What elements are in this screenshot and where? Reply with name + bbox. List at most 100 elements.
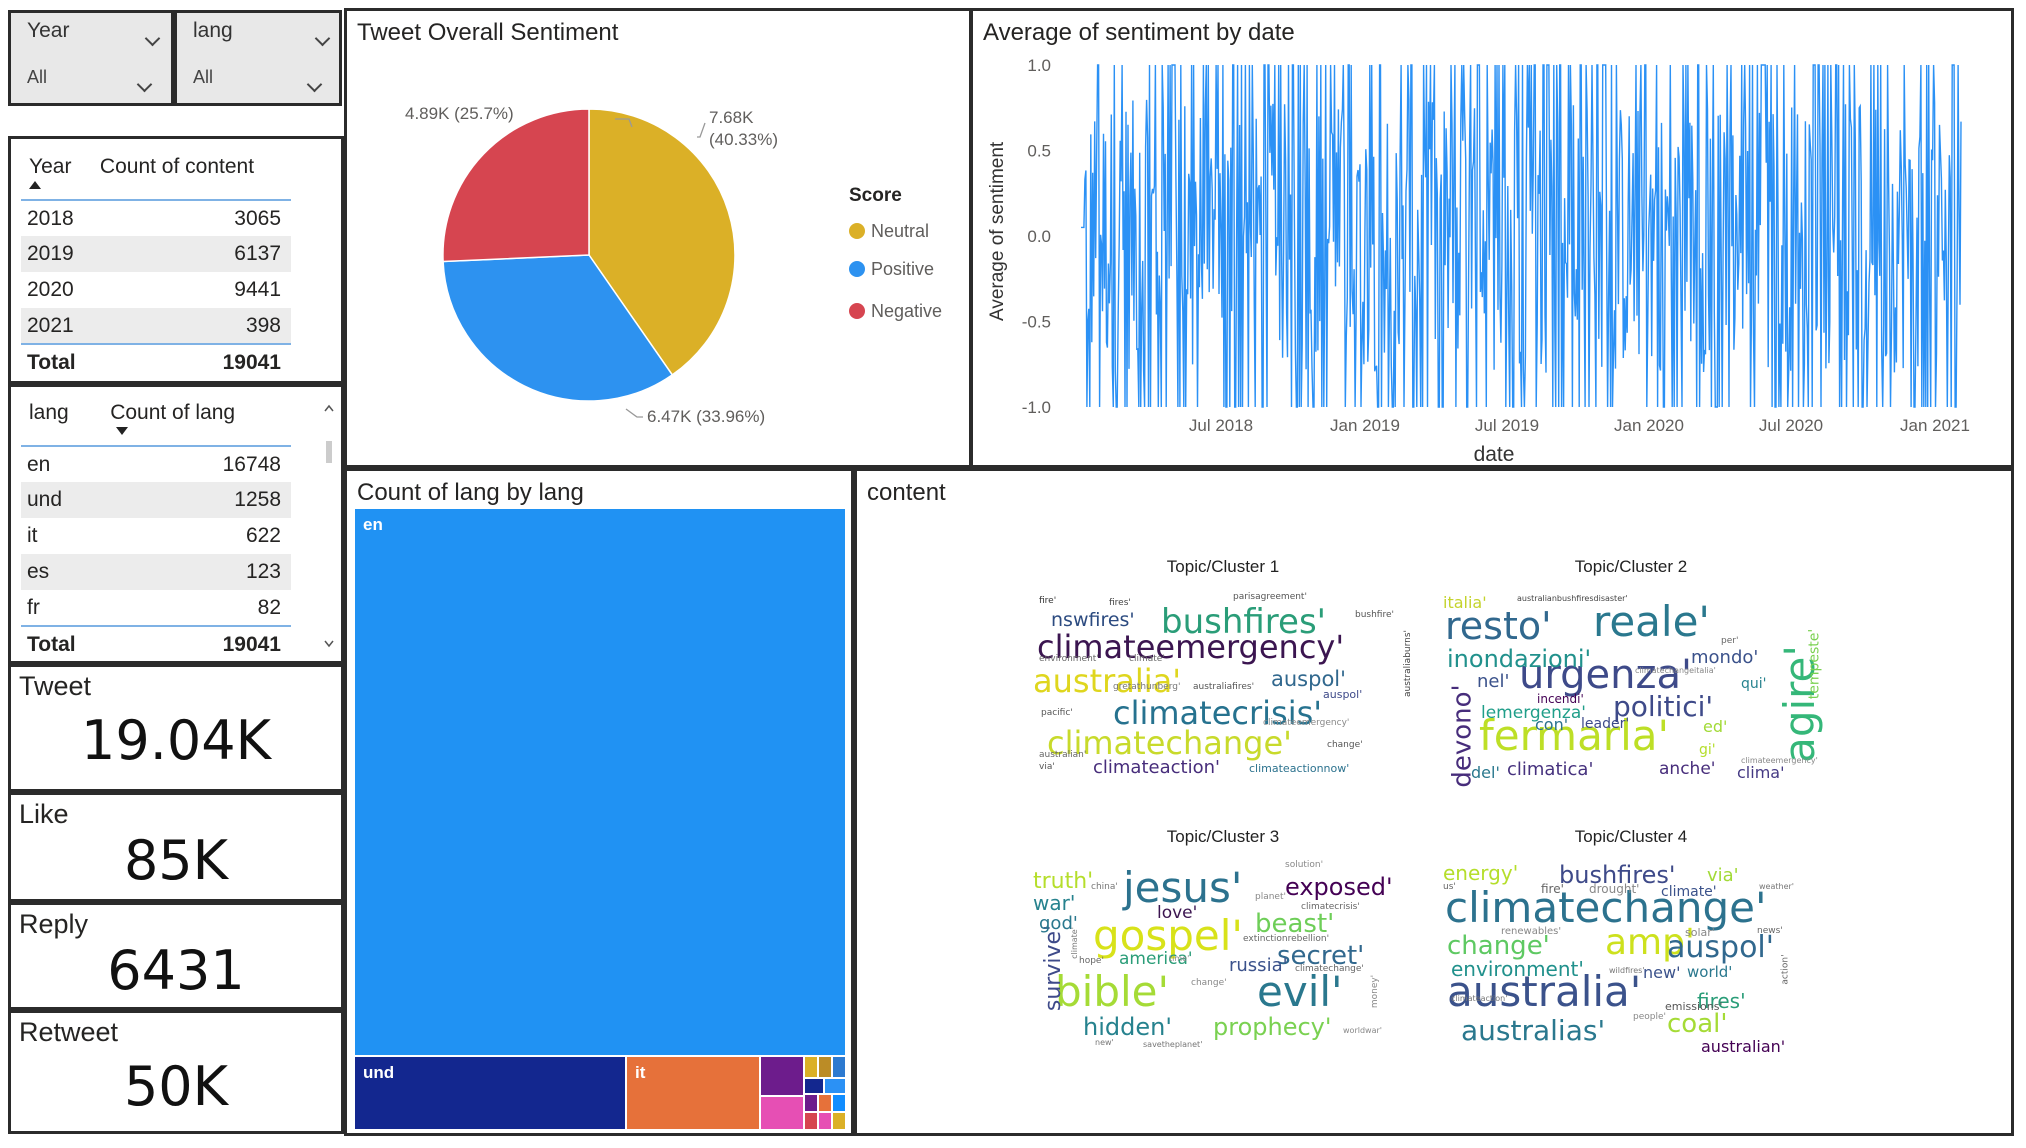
chevron-down-icon[interactable] (136, 76, 153, 93)
column-header-count-content[interactable]: Count of content (91, 151, 291, 201)
word: climatecrisis' (1301, 902, 1360, 912)
word: nswfires' (1051, 609, 1135, 631)
word: new' (1643, 963, 1681, 982)
word: nel' (1477, 671, 1510, 692)
word: us' (1443, 882, 1456, 892)
treemap-tile-small[interactable] (819, 1113, 831, 1129)
table-row[interactable]: und 1258 (21, 482, 291, 518)
table-row[interactable]: fr 82 (21, 590, 291, 626)
word: drought' (1589, 882, 1640, 896)
treemap-tile-small[interactable] (805, 1079, 823, 1093)
word: change' (1327, 740, 1363, 750)
word: italia' (1443, 593, 1487, 612)
x-axis-label: date (1474, 443, 1515, 465)
word: australian' (1039, 750, 1087, 760)
x-tick-label: Jul 2019 (1475, 416, 1539, 435)
reply-card: Reply 6431 (8, 902, 344, 1010)
treemap[interactable]: en und it (355, 509, 845, 1129)
lang-treemap-panel: Count of lang by lang en und it (344, 468, 854, 1136)
treemap-tile-small[interactable] (833, 1095, 845, 1111)
chevron-down-icon[interactable] (144, 30, 161, 47)
word: climateemergency' (1263, 718, 1350, 728)
word: reale' (1593, 597, 1710, 646)
legend-item-negative: Negative (871, 301, 942, 321)
wordcloud-title: Topic/Cluster 4 (1574, 827, 1688, 846)
table-scrollbar[interactable] (323, 401, 335, 651)
sort-ascending-icon (29, 181, 41, 189)
treemap-tile-small[interactable] (833, 1113, 845, 1129)
word: per' (1721, 636, 1739, 646)
column-header-year[interactable]: Year (21, 151, 92, 201)
legend-item-neutral: Neutral (871, 221, 929, 241)
word: pacific' (1041, 708, 1073, 718)
column-header-count-lang[interactable]: Count of lang (102, 397, 291, 447)
table-row[interactable]: 2019 6137 (21, 236, 291, 272)
word: exposed' (1285, 873, 1393, 901)
card-value: 19.04K (80, 709, 271, 772)
sort-descending-icon (116, 427, 129, 435)
treemap-tile-small[interactable] (825, 1079, 845, 1093)
table-row[interactable]: es 123 (21, 554, 291, 590)
treemap-tile-it[interactable]: it (627, 1057, 759, 1129)
word: auspol' (1667, 930, 1775, 965)
card-label: Reply (19, 909, 89, 939)
x-tick-label: Jan 2021 (1900, 416, 1970, 435)
table-row[interactable]: 2020 9441 (21, 272, 291, 308)
word: mondo' (1691, 647, 1759, 668)
treemap-tile-fr[interactable] (761, 1097, 803, 1129)
year-slicer[interactable]: Year All (8, 10, 174, 106)
word: resto' (1445, 604, 1552, 648)
lang-count-table: lang Count of lang en 16748 und 1258 it 622… (8, 384, 344, 664)
y-tick-label: -0.5 (1022, 313, 1051, 332)
legend-marker-positive (849, 261, 865, 277)
word: climate' (1129, 654, 1165, 664)
table-row[interactable]: en 16748 (21, 446, 291, 482)
y-axis-label: Average of sentiment (987, 141, 1008, 321)
leader-line (697, 122, 706, 138)
content-wordcloud-panel: content Topic/Cluster 1 bushfires' clima… (854, 468, 2014, 1136)
chevron-down-icon[interactable] (314, 30, 331, 47)
wordcloud-cluster-4: Topic/Cluster 4 climatechange' australia… (1441, 827, 1821, 1057)
leader-line (625, 408, 643, 418)
treemap-tile-und[interactable]: und (355, 1057, 625, 1129)
word: via' (1039, 762, 1055, 772)
sentiment-pie-chart[interactable]: 7.68K (40.33%) 4.89K (25.7%) 6.47K (33.9… (347, 11, 969, 465)
word: lemergenza' (1481, 703, 1586, 723)
scroll-thumb (326, 441, 332, 463)
treemap-tile-small[interactable] (819, 1095, 831, 1111)
word: australiafires' (1193, 682, 1255, 692)
treemap-tile-en[interactable]: en (355, 509, 845, 1055)
card-label: Retweet (19, 1017, 119, 1047)
word: news' (1757, 926, 1783, 936)
word: weather' (1759, 882, 1794, 891)
word: qui' (1741, 676, 1767, 692)
word: incendi' (1537, 692, 1584, 706)
treemap-tile-small[interactable] (805, 1057, 817, 1077)
word: extinctionrebellion' (1243, 934, 1330, 944)
word: auspol' (1271, 667, 1346, 691)
word: survive' (1041, 924, 1067, 1012)
treemap-tile-small[interactable] (819, 1057, 831, 1077)
sentiment-line-chart[interactable]: 1.0 0.5 0.0 -0.5 -1.0 Jul 2018 Jan 2019 Jul 20… (973, 11, 2011, 465)
lang-slicer-value[interactable]: All (193, 67, 213, 88)
lang-slicer[interactable]: lang All (174, 10, 342, 106)
y-tick-label: 1.0 (1027, 56, 1051, 75)
treemap-tile-small[interactable] (805, 1113, 817, 1129)
x-tick-label: Jan 2020 (1614, 416, 1684, 435)
table-row[interactable]: it 622 (21, 518, 291, 554)
table-row[interactable]: 2018 3065 (21, 200, 291, 236)
treemap-tile-small[interactable] (833, 1057, 845, 1077)
word: fires' (1109, 598, 1131, 608)
chevron-down-icon[interactable] (306, 76, 323, 93)
treemap-tile-small[interactable] (805, 1095, 817, 1111)
treemap-tile-es[interactable] (761, 1057, 803, 1095)
word: worldwar' (1343, 1026, 1382, 1035)
card-value: 85K (123, 829, 229, 892)
column-header-lang[interactable]: lang (21, 397, 103, 447)
wordcloud-cluster-3: Topic/Cluster 3 jesus' gospel' bible' ev… (1033, 827, 1413, 1057)
pie-slice-negative[interactable] (442, 108, 590, 263)
table-row[interactable]: 2021 398 (21, 308, 291, 344)
year-slicer-value[interactable]: All (27, 67, 47, 88)
wordcloud-cluster-2: Topic/Cluster 2 resto' reale' urgenza' f… (1441, 557, 1824, 788)
word: anche' (1659, 759, 1716, 779)
